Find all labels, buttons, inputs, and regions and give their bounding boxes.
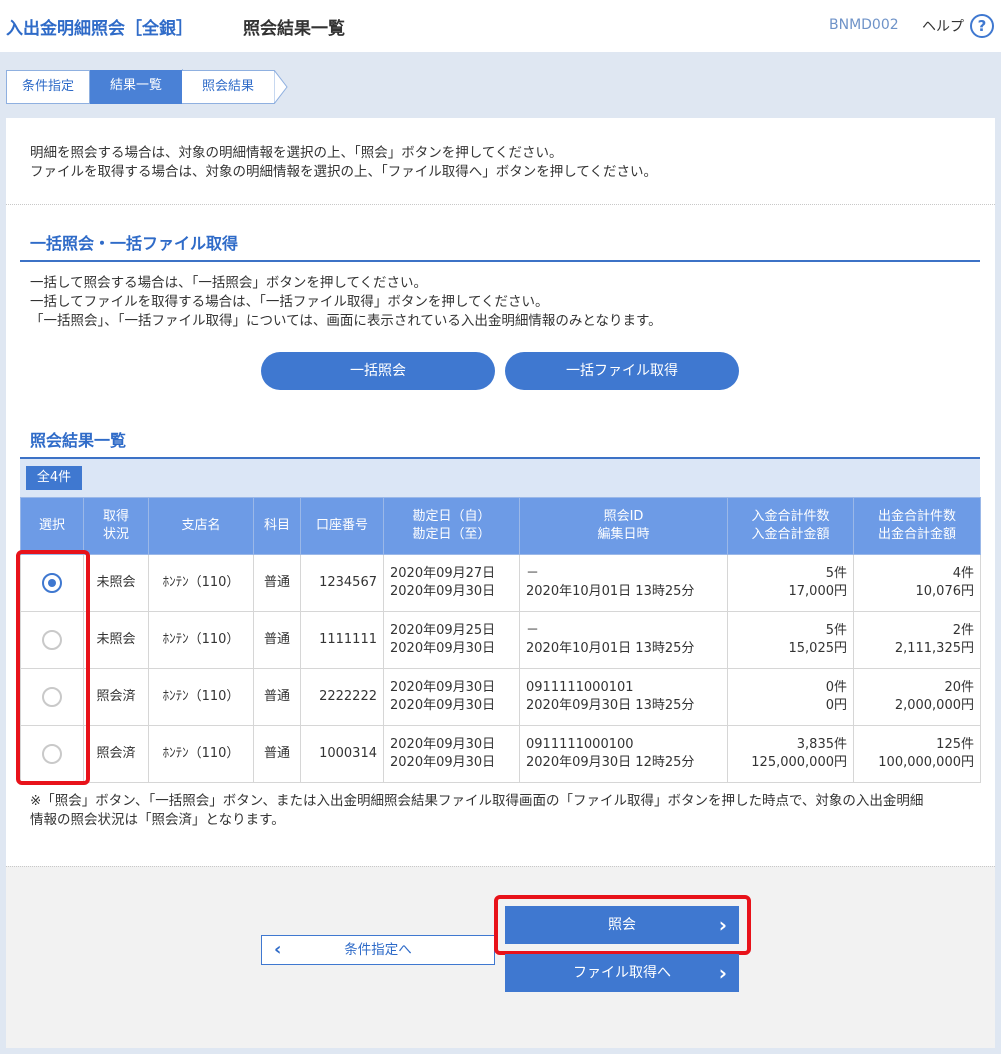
step-arrow bbox=[274, 70, 288, 104]
col-select: 選択 bbox=[20, 497, 84, 555]
app-title: 入出金明細照会［全銀］ bbox=[6, 19, 193, 39]
branch-cell: ﾎﾝﾃﾝ（110） bbox=[148, 611, 254, 669]
branch-cell: ﾎﾝﾃﾝ（110） bbox=[148, 554, 254, 612]
branch-cell: ﾎﾝﾃﾝ（110） bbox=[148, 668, 254, 726]
bulk-file-button[interactable]: 一括ファイル取得 bbox=[505, 352, 739, 390]
withdraw-cell: 4件 10,076円 bbox=[853, 554, 981, 612]
inquiry-cell: － 2020年10月01日 13時25分 bbox=[519, 611, 728, 669]
table-row: 未照会 ﾎﾝﾃﾝ（110） 普通 1111111 2020年09月25日 2020… bbox=[20, 611, 981, 669]
page-title: 照会結果一覧 bbox=[243, 19, 345, 39]
bulk-line: 一括してファイルを取得する場合は、「一括ファイル取得」ボタンを押してください。 bbox=[30, 294, 549, 310]
inquiry-cell: 0911111000100 2020年09月30日 12時25分 bbox=[519, 725, 728, 783]
account-cell: 1234567 bbox=[300, 554, 384, 612]
col-account: 口座番号 bbox=[300, 497, 384, 555]
branch-cell: ﾎﾝﾃﾝ（110） bbox=[148, 725, 254, 783]
bulk-line: 「一括照会」、「一括ファイル取得」については、画面に表示されている入出金明細情報… bbox=[30, 313, 662, 329]
inquiry-cell: 0911111000101 2020年09月30日 13時25分 bbox=[519, 668, 728, 726]
back-button-label: 条件指定へ bbox=[344, 942, 412, 958]
deposit-cell: 5件 17,000円 bbox=[727, 554, 854, 612]
col-deposit: 入金合計件数 入金合計金額 bbox=[727, 497, 854, 555]
step-results-current: 結果一覧 bbox=[90, 69, 196, 104]
help-link[interactable]: ヘルプ bbox=[922, 16, 964, 36]
deposit-cell: 3,835件 125,000,000円 bbox=[727, 725, 854, 783]
table-row: 未照会 ﾎﾝﾃﾝ（110） 普通 1234567 2020年09月27日 2020… bbox=[20, 554, 981, 612]
bulk-inquiry-button[interactable]: 一括照会 bbox=[261, 352, 495, 390]
dates-cell: 2020年09月30日 2020年09月30日 bbox=[383, 725, 520, 783]
result-count-bar: 全4件 bbox=[20, 459, 980, 497]
account-cell: 1000314 bbox=[300, 725, 384, 783]
status-cell: 未照会 bbox=[83, 611, 149, 669]
results-heading: 照会結果一覧 bbox=[30, 431, 127, 450]
help-icon[interactable]: ? bbox=[970, 14, 994, 38]
dates-cell: 2020年09月27日 2020年09月30日 bbox=[383, 554, 520, 612]
footer-area bbox=[6, 866, 995, 1048]
dates-cell: 2020年09月30日 2020年09月30日 bbox=[383, 668, 520, 726]
subject-cell: 普通 bbox=[253, 611, 301, 669]
col-inquiry-id: 照会ID 編集日時 bbox=[519, 497, 728, 555]
status-cell: 未照会 bbox=[83, 554, 149, 612]
col-subject: 科目 bbox=[253, 497, 301, 555]
bulk-section-heading: 一括照会・一括ファイル取得 bbox=[30, 234, 239, 253]
step-conditions: 条件指定 bbox=[6, 70, 90, 104]
status-cell: 照会済 bbox=[83, 668, 149, 726]
col-withdraw: 出金合計件数 出金合計金額 bbox=[853, 497, 981, 555]
inquiry-cell: － 2020年10月01日 13時25分 bbox=[519, 554, 728, 612]
chevron-right-icon: › bbox=[718, 961, 727, 985]
deposit-cell: 0件 0円 bbox=[727, 668, 854, 726]
intro-text: 明細を照会する場合は、対象の明細情報を選択の上、「照会」ボタンを押してください。… bbox=[30, 144, 657, 182]
note-line: 情報の照会状況は「照会済」となります。 bbox=[30, 812, 285, 828]
dates-cell: 2020年09月25日 2020年09月30日 bbox=[383, 611, 520, 669]
divider bbox=[6, 204, 995, 205]
bulk-description: 一括して照会する場合は、「一括照会」ボタンを押してください。 一括してファイルを… bbox=[30, 274, 662, 331]
table-row: 照会済 ﾎﾝﾃﾝ（110） 普通 1000314 2020年09月30日 2020… bbox=[20, 725, 981, 783]
section-rule bbox=[20, 260, 980, 262]
inquiry-button-highlight bbox=[494, 895, 751, 955]
main-panel: 明細を照会する場合は、対象の明細情報を選択の上、「照会」ボタンを押してください。… bbox=[6, 118, 995, 1048]
col-dates: 勘定日（自） 勘定日（至） bbox=[383, 497, 520, 555]
subject-cell: 普通 bbox=[253, 725, 301, 783]
table-row: 照会済 ﾎﾝﾃﾝ（110） 普通 2222222 2020年09月30日 2020… bbox=[20, 668, 981, 726]
results-table: 選択 取得 状況 支店名 科目 口座番号 勘定日（自） 勘定日（至） 照会ID 編集日… bbox=[20, 497, 981, 783]
step-label: 結果一覧 bbox=[109, 78, 162, 93]
status-cell: 照会済 bbox=[83, 725, 149, 783]
table-header-row: 選択 取得 状況 支店名 科目 口座番号 勘定日（自） 勘定日（至） 照会ID 編集日… bbox=[20, 497, 981, 555]
account-cell: 2222222 bbox=[300, 668, 384, 726]
deposit-cell: 5件 15,025円 bbox=[727, 611, 854, 669]
top-bar: 入出金明細照会［全銀］ 照会結果一覧 BNMD002 ヘルプ ? bbox=[0, 0, 1001, 52]
back-to-conditions-button[interactable]: ‹ 条件指定へ bbox=[261, 935, 495, 965]
withdraw-cell: 20件 2,000,000円 bbox=[853, 668, 981, 726]
radio-column-highlight bbox=[16, 550, 90, 785]
status-note: ※「照会」ボタン、「一括照会」ボタン、または入出金明細照会結果ファイル取得画面の… bbox=[30, 792, 980, 830]
file-acquisition-button[interactable]: ファイル取得へ › bbox=[505, 954, 739, 992]
col-branch: 支店名 bbox=[148, 497, 254, 555]
col-status: 取得 状況 bbox=[83, 497, 149, 555]
step-label: 照会結果 bbox=[201, 79, 254, 94]
note-line: ※「照会」ボタン、「一括照会」ボタン、または入出金明細照会結果ファイル取得画面の… bbox=[30, 793, 924, 809]
intro-line: ファイルを取得する場合は、対象の明細情報を選択の上、「ファイル取得へ」ボタンを押… bbox=[30, 164, 657, 180]
subject-cell: 普通 bbox=[253, 554, 301, 612]
file-button-label: ファイル取得へ bbox=[573, 965, 671, 981]
step-label: 条件指定 bbox=[21, 79, 74, 94]
step-indicator: 条件指定 結果一覧 照会結果 bbox=[6, 69, 288, 104]
withdraw-cell: 2件 2,111,325円 bbox=[853, 611, 981, 669]
chevron-left-icon: ‹ bbox=[274, 939, 282, 960]
withdraw-cell: 125件 100,000,000円 bbox=[853, 725, 981, 783]
subject-cell: 普通 bbox=[253, 668, 301, 726]
step-inquiry-result: 照会結果 bbox=[182, 70, 288, 104]
intro-line: 明細を照会する場合は、対象の明細情報を選択の上、「照会」ボタンを押してください。 bbox=[30, 145, 563, 161]
account-cell: 1111111 bbox=[300, 611, 384, 669]
screen-id: BNMD002 bbox=[829, 17, 899, 33]
result-count-badge: 全4件 bbox=[26, 466, 82, 490]
bulk-line: 一括して照会する場合は、「一括照会」ボタンを押してください。 bbox=[30, 275, 428, 291]
